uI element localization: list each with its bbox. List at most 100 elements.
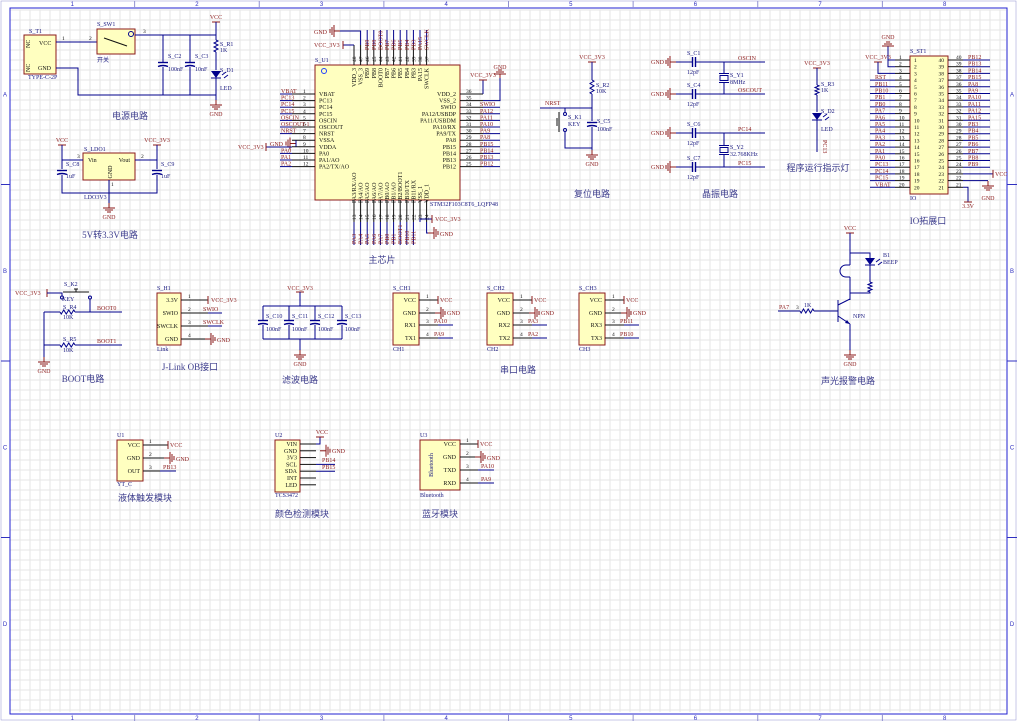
pin-name: GND <box>38 66 52 72</box>
pin-number: 38 <box>939 71 945 77</box>
mcu-pin-name: PA1/AO <box>319 158 340 164</box>
value-cap: 100nF <box>345 327 361 333</box>
mcu-pin-number: 47 <box>359 56 365 62</box>
mcu-pin-number: 41 <box>398 56 404 62</box>
net-label: PA10 <box>434 319 447 325</box>
mcu-pin-name: PB12 <box>443 165 456 171</box>
gnd-label: GND <box>982 196 996 202</box>
pin-number: 17 <box>899 162 905 168</box>
net-label: PC14 <box>738 127 751 133</box>
pin-number: 12 <box>899 129 905 135</box>
net-label: VBAT <box>875 182 891 188</box>
pin-number: 1 <box>612 294 615 300</box>
gnd-label: GND <box>176 457 190 463</box>
pin-number: 3 <box>612 319 615 325</box>
net-label: PB3 <box>411 40 417 50</box>
gnd-label: GND <box>651 92 665 98</box>
column-label: 1 <box>71 716 75 722</box>
pin-number: 22 <box>956 176 962 182</box>
pin-number: 10 <box>899 115 905 121</box>
net-label: PB4 <box>405 40 411 50</box>
pin-number: 2 <box>899 62 902 68</box>
value-cap: 12pF <box>687 70 700 76</box>
mcu-pin-name: VDD_1 <box>425 184 431 203</box>
section-title-reset: 复位电路 <box>574 188 610 199</box>
pin-number: 39 <box>956 62 962 68</box>
pin-name: 3V3 <box>287 456 297 462</box>
net-label: PB11 <box>620 319 633 325</box>
mcu-pin-number: 34 <box>466 102 472 108</box>
ref-cap: S_C4 <box>687 83 700 89</box>
section-title-uart: 串口电路 <box>500 364 536 375</box>
capacitor-icon <box>257 322 269 326</box>
value-d2: LED <box>821 127 833 133</box>
pin-number: 25 <box>956 156 962 162</box>
gnd-label: GND <box>440 232 454 238</box>
ref-cap: S_C11 <box>292 314 308 320</box>
mcu-pin-number: 2 <box>303 96 306 102</box>
switch-name: 开关 <box>97 56 109 64</box>
pin-name: RXD <box>443 481 456 487</box>
mcu-pin-number: 25 <box>466 162 472 168</box>
pin-name: GND <box>589 311 603 317</box>
ref-sw1: S_SW1 <box>97 22 115 28</box>
pin-number: 1 <box>149 439 152 445</box>
grid <box>9 9 1006 712</box>
net-label: PC13 <box>281 96 294 102</box>
mcu-pin-number: 17 <box>378 214 384 220</box>
net-label: PA15 <box>968 115 981 121</box>
ref-c5: S_C5 <box>597 119 610 125</box>
power-label: VCC_3V3 <box>865 55 891 61</box>
column-label: 4 <box>445 2 449 8</box>
pin-number: 30 <box>939 125 945 131</box>
gnd-label: GND <box>217 338 231 344</box>
capacitor-icon <box>157 64 169 68</box>
part-ldo: LDO3V3 <box>84 195 107 201</box>
net-label: PB5 <box>968 135 978 141</box>
power-label: 3.3V <box>962 204 975 210</box>
pin-number: 14 <box>914 145 920 151</box>
net-label: PA2 <box>281 162 291 168</box>
reset-circuit: VCC_3V3S_R210KNRSTS_K1KEY S_C5100nFGND复位电… <box>540 55 613 199</box>
power-label: VCC <box>995 172 1007 178</box>
net-label-boot1: BOOT1 <box>97 339 116 345</box>
column-label: 8 <box>943 716 947 722</box>
pin-number: 3 <box>466 464 469 470</box>
pin-number: 7 <box>899 95 902 101</box>
mcu-pin-name: VSSA <box>319 138 335 144</box>
gnd-label: GND <box>294 362 308 368</box>
pin-number: 4 <box>520 332 523 338</box>
pin-name: INT <box>287 476 297 482</box>
mcu-pin-name: VDDA <box>319 145 337 151</box>
net-label: PB8 <box>372 40 378 50</box>
mcu-pin-name: PA15 <box>418 68 424 81</box>
mcu-pin-number: 43 <box>385 56 391 62</box>
net-label: PC15 <box>875 176 888 182</box>
pin-name: SWCLK <box>157 324 179 330</box>
pin-number: 37 <box>939 78 945 84</box>
mcu-pin-name: PB0/AO <box>385 182 391 203</box>
ref-r5: S_R5 <box>63 337 76 343</box>
pin-name: Vout <box>119 158 131 164</box>
pin-number: 28 <box>939 138 945 144</box>
pin-number: 15 <box>899 149 905 155</box>
mcu-pin-name: VDD_2 <box>437 92 456 98</box>
pin-number: 27 <box>956 142 962 148</box>
ref-c3: S_C3 <box>195 54 208 60</box>
net-label: PA8 <box>480 135 490 141</box>
mcu-pin-name: PB6 <box>392 68 398 78</box>
gnd-label: GND <box>210 112 224 118</box>
pin-name: NC <box>26 64 32 72</box>
section-title-boot: BOOT电路 <box>62 373 105 384</box>
pin-name: GND <box>165 337 179 343</box>
pin-number: 26 <box>956 149 962 155</box>
pin-number: 20 <box>914 185 920 191</box>
ref-cap: S_C6 <box>687 122 700 128</box>
button-icon <box>563 112 567 116</box>
ref-cap: S_C7 <box>687 156 700 162</box>
pin-name: OUT <box>128 469 141 475</box>
ref-r4: S_R4 <box>63 305 76 311</box>
net-label-pb13: PB13 <box>163 465 176 471</box>
mcu-pin-name: PC15 <box>319 112 332 118</box>
net-label: PC14 <box>281 102 294 108</box>
